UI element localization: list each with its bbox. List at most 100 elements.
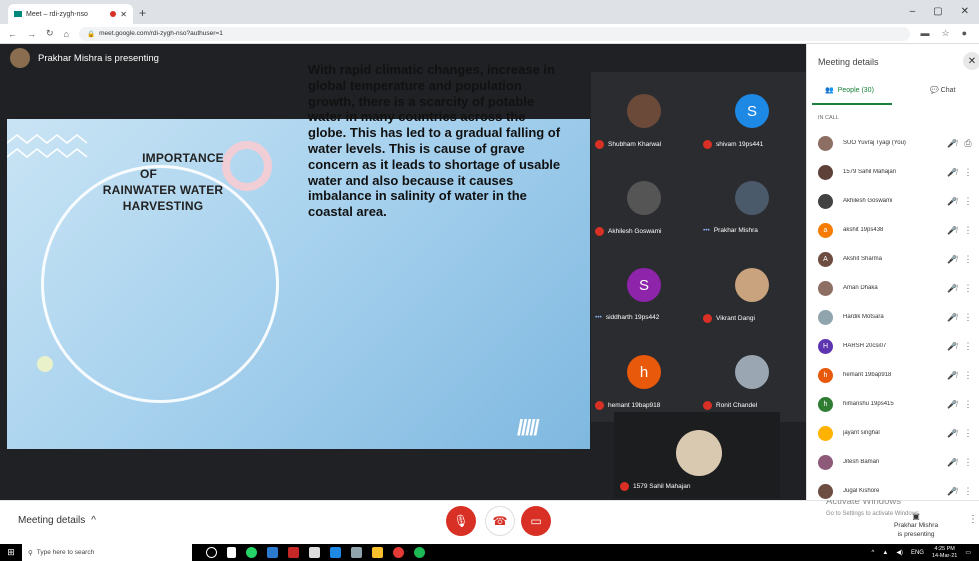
pin-icon[interactable]: ⎙ xyxy=(963,138,973,149)
leave-call-button[interactable]: ☎ xyxy=(485,506,515,536)
person-row[interactable]: Jugal Kishore 🎤̸ ⋮ xyxy=(818,477,973,505)
presenter-avatar xyxy=(10,48,30,68)
tray-chevron-icon[interactable]: ^ xyxy=(872,550,875,556)
more-options-icon[interactable]: ⋮ xyxy=(963,283,973,294)
more-options-icon[interactable]: ⋮ xyxy=(963,254,973,265)
person-row[interactable]: h himanshu 19ps415 🎤̸ ⋮ xyxy=(818,390,973,418)
toggle-mic-button[interactable]: 🎙 xyxy=(446,506,476,536)
tab-chat[interactable]: 💬 Chat xyxy=(930,86,955,94)
more-options-icon[interactable]: ⋮ xyxy=(963,370,973,381)
participant-tile[interactable]: Vikrant Dangi xyxy=(699,246,806,333)
file-explorer-icon[interactable] xyxy=(372,547,383,558)
mic-off-icon[interactable]: 🎤̸ xyxy=(947,400,963,409)
participant-tile[interactable]: Shubham Kharwal xyxy=(591,72,698,159)
more-options-icon[interactable]: ⋮ xyxy=(963,167,973,178)
person-row[interactable]: Jitesh Baman 🎤̸ ⋮ xyxy=(818,448,973,476)
mic-off-icon[interactable]: 🎤̸ xyxy=(947,139,963,148)
mic-off-icon[interactable]: 🎤̸ xyxy=(947,487,963,496)
more-options-icon[interactable]: ⋮ xyxy=(968,514,978,525)
network-icon[interactable]: ▲ xyxy=(882,550,888,556)
clock[interactable]: 4:25 PM 14-Mar-21 xyxy=(932,546,957,560)
volume-icon[interactable]: ◀) xyxy=(896,549,903,556)
url-field[interactable]: 🔒 meet.google.com/rdi-zygh-nso?authuser=… xyxy=(78,26,911,41)
bookmark-star-icon[interactable]: ☆ xyxy=(941,28,949,39)
tab-people[interactable]: 👥 People (30) xyxy=(825,86,874,95)
more-options-icon[interactable]: ⋮ xyxy=(963,341,973,352)
windows-start-icon[interactable]: ⊞ xyxy=(0,547,22,558)
participant-tile[interactable]: Sshivam 19ps441 xyxy=(699,72,806,159)
person-row[interactable]: Hardik Motsara 🎤̸ ⋮ xyxy=(818,303,973,331)
more-options-icon[interactable]: ⋮ xyxy=(963,457,973,468)
mic-off-icon[interactable]: 🎤̸ xyxy=(947,371,963,380)
person-row[interactable]: H HARSH 20csi07 🎤̸ ⋮ xyxy=(818,332,973,360)
person-row[interactable]: Aman Dhaka 🎤̸ ⋮ xyxy=(818,274,973,302)
forward-icon[interactable]: → xyxy=(27,29,36,39)
profile-icon[interactable]: ● xyxy=(962,28,967,39)
spotify-icon[interactable] xyxy=(414,547,425,558)
chrome-icon[interactable] xyxy=(393,547,404,558)
person-row[interactable]: SUO Yuvraj Tyagi (You) 🎤̸ ⎙ xyxy=(818,129,973,157)
mic-off-icon: 🎙 xyxy=(453,514,469,528)
participant-tile[interactable]: h hemant 19bap918 xyxy=(591,333,698,420)
camera-permission-icon[interactable]: ▬ xyxy=(920,28,929,39)
new-tab-icon[interactable]: + xyxy=(139,6,146,20)
participant-tile[interactable]: Ronit Chandel xyxy=(699,333,806,420)
close-window-icon[interactable]: ✕ xyxy=(961,6,969,17)
close-tab-icon[interactable]: ✕ xyxy=(120,10,127,19)
back-icon[interactable]: ← xyxy=(8,29,17,39)
app-icon[interactable] xyxy=(351,547,362,558)
more-options-icon[interactable]: ⋮ xyxy=(963,428,973,439)
person-row[interactable]: A Akshit Sharma 🎤̸ ⋮ xyxy=(818,245,973,273)
person-row[interactable]: 1579 Sahil Mahajan 🎤̸ ⋮ xyxy=(818,158,973,186)
mic-off-icon[interactable]: 🎤̸ xyxy=(947,313,963,322)
mic-off-icon[interactable]: 🎤̸ xyxy=(947,226,963,235)
person-row[interactable]: h hemant 19bap918 🎤̸ ⋮ xyxy=(818,361,973,389)
reload-icon[interactable]: ↻ xyxy=(46,28,54,39)
home-icon[interactable]: ⌂ xyxy=(64,29,69,39)
store-icon[interactable] xyxy=(309,547,320,558)
more-options-icon[interactable]: ⋮ xyxy=(963,399,973,410)
person-name: Aman Dhaka xyxy=(843,285,878,291)
participant-tile-large[interactable]: 1579 Sahil Mahajan xyxy=(614,412,780,498)
mic-off-icon[interactable]: 🎤̸ xyxy=(947,429,963,438)
app-icon[interactable] xyxy=(267,547,278,558)
close-panel-icon[interactable]: ✕ xyxy=(963,52,979,70)
person-row[interactable]: Akhilesh Goswami 🎤̸ ⋮ xyxy=(818,187,973,215)
taskbar-search[interactable]: ⚲ Type here to search xyxy=(22,544,192,561)
participant-tile[interactable]: ••• Prakhar Mishra xyxy=(699,159,806,246)
mail-icon[interactable] xyxy=(330,547,341,558)
mic-off-icon[interactable]: 🎤̸ xyxy=(947,458,963,467)
toggle-camera-button[interactable]: ▭ xyxy=(521,506,551,536)
person-row[interactable]: a akshit 19ps438 🎤̸ ⋮ xyxy=(818,216,973,244)
maximize-icon[interactable]: ▢ xyxy=(933,6,942,17)
tab-chat-label: Chat xyxy=(940,87,956,94)
cortana-icon[interactable] xyxy=(206,547,217,558)
minimize-icon[interactable]: – xyxy=(910,6,916,17)
person-row[interactable]: jayant singhal 🎤̸ ⋮ xyxy=(818,419,973,447)
task-view-icon[interactable] xyxy=(227,547,236,558)
mic-off-icon[interactable]: 🎤̸ xyxy=(947,255,963,264)
presenting-header: Prakhar Mishra is presenting xyxy=(10,48,159,68)
language-indicator[interactable]: ENG xyxy=(911,550,924,556)
whatsapp-icon[interactable] xyxy=(246,547,257,558)
participant-name: hemant 19bap918 xyxy=(608,402,661,409)
notifications-icon[interactable]: ▭ xyxy=(965,549,971,556)
slide-dot-decoration xyxy=(37,356,53,372)
meeting-details-button[interactable]: Meeting details ^ xyxy=(18,515,96,526)
mic-off-icon[interactable]: 🎤̸ xyxy=(947,284,963,293)
browser-tab[interactable]: Meet – rdi-zygh-nso ✕ xyxy=(8,4,133,24)
more-options-icon[interactable]: ⋮ xyxy=(963,312,973,323)
more-options-icon[interactable]: ⋮ xyxy=(963,486,973,497)
participant-avatar xyxy=(627,94,661,128)
mic-off-icon[interactable]: 🎤̸ xyxy=(947,342,963,351)
participant-tile[interactable]: S ••• siddharth 19ps442 xyxy=(591,246,698,333)
app-icon[interactable] xyxy=(288,547,299,558)
mic-off-icon[interactable]: 🎤̸ xyxy=(947,197,963,206)
participant-tile[interactable]: Akhilesh Goswami xyxy=(591,159,698,246)
more-options-icon[interactable]: ⋮ xyxy=(963,225,973,236)
presenting-note[interactable]: ▣ Prakhar Mishra is presenting xyxy=(894,512,938,539)
more-options-icon[interactable]: ⋮ xyxy=(963,196,973,207)
mic-off-icon[interactable]: 🎤̸ xyxy=(947,168,963,177)
camera-off-icon: ▭ xyxy=(530,514,542,528)
participant-name-row: Vikrant Dangi xyxy=(703,314,755,323)
